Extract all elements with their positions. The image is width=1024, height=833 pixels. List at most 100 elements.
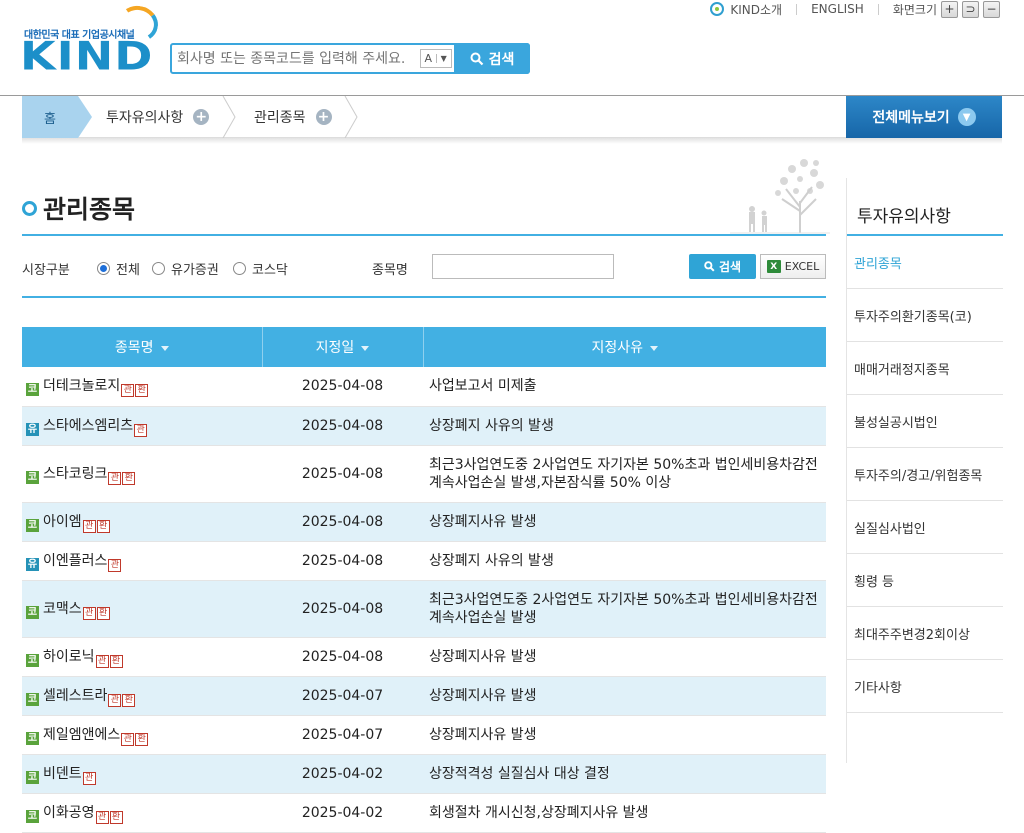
designation-reason-cell: 최근3사업연도중 2사업연도 자기자본 50%초과 법인세비용차감전계속사업손실…: [423, 445, 826, 503]
market-label: 시장구분: [22, 263, 70, 278]
stock-name-link[interactable]: 스타에스엠리츠: [43, 418, 133, 434]
zoom-reset-button[interactable]: ⊃: [962, 0, 979, 18]
excel-label: EXCEL: [784, 260, 820, 273]
chevron-down-icon: ▼: [435, 54, 452, 63]
designation-date-cell: 2025-04-08: [262, 637, 423, 677]
zoom-out-button[interactable]: −: [983, 0, 1000, 18]
breadcrumb-label: 투자유의사항: [106, 110, 184, 126]
table-row: 유 이엔플러스 관 2025-04-08 상장폐지 사유의 발생: [22, 541, 826, 581]
designation-tag: 관: [95, 654, 109, 668]
nav-shadow: [22, 138, 1002, 144]
search-button[interactable]: 검색: [454, 43, 530, 74]
globe-icon: [710, 2, 725, 16]
stock-name-link[interactable]: 이엔플러스: [43, 553, 107, 569]
stock-name-link[interactable]: 이화공영: [43, 805, 95, 821]
side-menu-list: 관리종목 투자주의환기종목(코) 매매거래정지종목 불성실공시법인 투자주의/경고/위험…: [847, 236, 1003, 713]
designation-tag: 환: [96, 606, 110, 620]
designation-tag: 관: [82, 519, 96, 533]
stock-name-link[interactable]: 아이엠: [43, 514, 82, 530]
designation-reason-cell: 상장폐지 사유의 발생: [423, 541, 826, 581]
stock-name-cell: 코 비덴트 관: [22, 754, 262, 794]
search-icon: [704, 261, 715, 272]
search-button-label: 검색: [488, 51, 515, 68]
home-arrow: [78, 96, 92, 138]
radio-icon: [152, 262, 165, 275]
managed-stock-table: 종목명 지정일 지정사유 코 더테크놀로지 관 환 2025-04-08 사업보고서 미제…: [22, 327, 826, 833]
side-menu-item[interactable]: 실질심사법인: [847, 501, 1003, 554]
filter-bar: 시장구분 전체 유가증권 코스닥 종목명 검색 X EXCEL: [22, 250, 826, 284]
column-header-label: 종목명: [114, 340, 154, 356]
home-link[interactable]: 홈: [22, 96, 78, 138]
all-menu-button[interactable]: 전체메뉴보기 ▼: [846, 96, 1002, 138]
english-link[interactable]: ENGLISH: [811, 2, 864, 16]
filter-search-label: 검색: [718, 260, 742, 274]
side-menu-item[interactable]: 매매거래정지종목: [847, 342, 1003, 395]
stock-name-cell: 코 이화공영 관 환: [22, 793, 262, 833]
designation-reason-cell: 상장폐지 사유의 발생: [423, 406, 826, 446]
side-menu-item[interactable]: 최대주주변경2회이상: [847, 607, 1003, 660]
designation-tag: 환: [122, 693, 136, 707]
market-radio-kospi[interactable]: 유가증권: [152, 259, 219, 278]
designation-date-cell: 2025-04-07: [262, 676, 423, 716]
stock-name-link[interactable]: 비덴트: [43, 766, 82, 782]
stock-name-link[interactable]: 코맥스: [43, 601, 82, 617]
zoom-in-button[interactable]: +: [941, 0, 958, 18]
excel-download-button[interactable]: X EXCEL: [760, 254, 826, 279]
market-badge: 코: [26, 809, 39, 823]
side-menu-item[interactable]: 기타사항: [847, 660, 1003, 713]
column-header-date[interactable]: 지정일: [261, 327, 423, 367]
side-menu-item[interactable]: 관리종목: [847, 236, 1003, 289]
stock-name-cell: 코 아이엠 관 환: [22, 502, 262, 542]
side-menu-item[interactable]: 불성실공시법인: [847, 395, 1003, 448]
designation-tag: 관: [121, 732, 135, 746]
table-row: 코 제일엠앤에스 관 환 2025-04-07 상장폐지사유 발생: [22, 715, 826, 755]
market-badge: 유: [26, 557, 39, 571]
filter-divider: [22, 296, 826, 298]
column-header-name[interactable]: 종목명: [22, 327, 262, 367]
designation-tag: 환: [135, 732, 149, 746]
chevron-down-icon: ▼: [957, 108, 976, 126]
designation-reason-cell: 상장폐지사유 발생: [423, 502, 826, 542]
side-menu-item[interactable]: 투자주의/경고/위험종목: [847, 448, 1003, 501]
search-input[interactable]: [172, 45, 418, 72]
designation-tag: 관: [108, 558, 122, 572]
breadcrumb-item-investor-caution[interactable]: 투자유의사항 +: [106, 96, 210, 138]
designation-tag: 환: [135, 384, 149, 398]
column-header-reason[interactable]: 지정사유: [422, 327, 826, 367]
breadcrumb-item-managed-stock[interactable]: 관리종목 +: [254, 96, 332, 138]
breadcrumb-separator-icon: [344, 96, 358, 138]
market-radio-all[interactable]: 전체: [97, 259, 140, 278]
stock-name-link[interactable]: 제일엠앤에스: [43, 727, 120, 743]
table-row: 코 하이로닉 관 환 2025-04-08 상장폐지사유 발생: [22, 637, 826, 677]
page-title: 관리종목: [22, 190, 135, 226]
designation-date-cell: 2025-04-08: [262, 445, 423, 503]
designation-tag: 관: [82, 771, 96, 785]
designation-date-cell: 2025-04-08: [262, 406, 423, 446]
stock-name-link[interactable]: 스타코링크: [43, 466, 107, 482]
plus-icon[interactable]: +: [193, 109, 210, 125]
side-menu-item[interactable]: 횡령 등: [847, 554, 1003, 607]
stock-name-link[interactable]: 하이로닉: [43, 649, 95, 665]
table-row: 코 코맥스 관 환 2025-04-08 최근3사업연도중 2사업연도 자기자본 50%초…: [22, 580, 826, 638]
stock-name-input[interactable]: [432, 254, 614, 279]
column-header-label: 지정일: [315, 340, 355, 356]
designation-tag: 환: [109, 654, 123, 668]
market-badge: 코: [26, 605, 39, 619]
radio-checked-icon: [97, 262, 110, 275]
plus-icon[interactable]: +: [315, 109, 332, 125]
stock-name-cell: 코 셀레스트라 관 환: [22, 676, 262, 716]
designation-tag: 관: [121, 384, 135, 398]
global-search: A ▼ 검색: [170, 43, 530, 74]
filter-search-button[interactable]: 검색: [689, 254, 756, 279]
stock-name-link[interactable]: 셀레스트라: [43, 688, 107, 704]
radio-icon: [233, 262, 246, 275]
about-link[interactable]: KIND소개: [730, 1, 782, 18]
designation-tag: 환: [109, 810, 123, 824]
side-menu-item[interactable]: 투자주의환기종목(코): [847, 289, 1003, 342]
stock-name-link[interactable]: 더테크놀로지: [43, 378, 120, 394]
designation-tag: 환: [96, 519, 110, 533]
designation-tag: 관: [82, 606, 96, 620]
market-radio-kosdaq[interactable]: 코스닥: [233, 259, 288, 278]
table-row: 코 셀레스트라 관 환 2025-04-07 상장폐지사유 발생: [22, 676, 826, 716]
autocomplete-toggle[interactable]: A ▼: [420, 49, 452, 68]
